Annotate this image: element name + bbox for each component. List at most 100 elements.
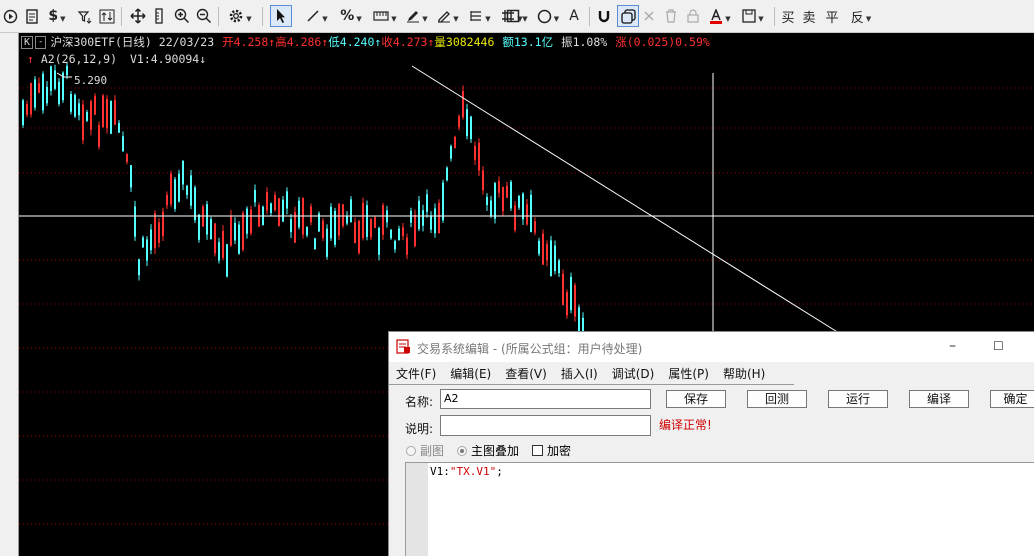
candle-body xyxy=(554,245,556,272)
line-tool-icon[interactable]: ▼ xyxy=(302,6,332,26)
candle-body xyxy=(234,222,236,241)
menu-view[interactable]: 查看(V) xyxy=(505,365,547,382)
buy-button[interactable]: 买 xyxy=(780,6,796,26)
menu-help[interactable]: 帮助(H) xyxy=(723,365,765,382)
percent-icon[interactable]: % ▼ xyxy=(336,6,366,26)
candle-body xyxy=(342,204,344,226)
description-field[interactable] xyxy=(440,415,651,436)
magnet-icon[interactable] xyxy=(595,6,613,26)
gear-icon[interactable]: ▼ xyxy=(224,6,256,26)
candle-body xyxy=(146,239,148,261)
candle-body xyxy=(514,205,516,231)
pointer-icon[interactable] xyxy=(270,5,292,27)
minimize-button[interactable]: – xyxy=(949,338,956,354)
code-suffix: ; xyxy=(496,465,503,478)
backtest-button[interactable]: 回测 xyxy=(747,390,807,408)
ruler-tool-icon[interactable]: ▼ xyxy=(370,6,400,26)
candle-body xyxy=(470,116,472,140)
ok-button[interactable]: 确定 xyxy=(990,390,1034,408)
menu-insert[interactable]: 插入(I) xyxy=(561,365,598,382)
code-line-1[interactable]: V1:"TX.V1"; xyxy=(430,465,503,478)
encrypt-checkbox[interactable]: 加密 xyxy=(532,442,571,459)
filter-icon[interactable] xyxy=(75,6,95,26)
main-overlay-label: 主图叠加 xyxy=(471,444,520,458)
candle-body xyxy=(434,208,436,234)
high-value: 4.286 xyxy=(286,35,322,49)
trend-line[interactable] xyxy=(411,65,840,334)
zoom-out-icon[interactable] xyxy=(194,6,214,26)
document-icon[interactable] xyxy=(21,6,43,26)
change-label: 涨 xyxy=(615,35,627,49)
compile-button[interactable]: 编译 xyxy=(909,390,969,408)
candle-body xyxy=(506,185,508,198)
candle-body xyxy=(74,94,76,117)
maximize-button[interactable]: ☐ xyxy=(993,339,1004,353)
pencil-icon[interactable]: ▼ xyxy=(434,6,462,26)
save-icon[interactable]: ▼ xyxy=(738,6,768,26)
formula-editor[interactable]: V1:"TX.V1"; xyxy=(405,462,1034,556)
menu-file[interactable]: 文件(F) xyxy=(396,365,436,382)
candle-body xyxy=(426,194,428,212)
candle-body xyxy=(474,145,476,160)
up-arrow-icon: ↑ xyxy=(27,52,34,66)
candle-body xyxy=(458,116,460,128)
menu-debug[interactable]: 调试(D) xyxy=(612,365,655,382)
lock-icon[interactable] xyxy=(684,6,702,26)
candle-body xyxy=(550,240,552,277)
play-circle-icon[interactable] xyxy=(1,6,19,26)
zoom-in-icon[interactable] xyxy=(172,6,192,26)
minus-button[interactable]: - xyxy=(35,35,47,49)
flat-button[interactable]: 平 xyxy=(824,6,840,26)
down-arrow-icon: ↓ xyxy=(199,52,207,66)
encrypt-label: 加密 xyxy=(547,444,572,458)
subchart-radio[interactable]: 副图 xyxy=(406,442,444,459)
menu-properties[interactable]: 属性(P) xyxy=(668,365,709,382)
copy-layer-icon[interactable] xyxy=(617,5,639,27)
name-field[interactable]: A2 xyxy=(440,389,651,409)
app-icon xyxy=(396,339,410,354)
candle-body xyxy=(246,208,248,234)
candle-body xyxy=(58,81,60,104)
candle-body xyxy=(518,195,520,208)
kline-chart[interactable]: K - 沪深300ETF(日线) 22/03/23 开 4.258 ↑ 高 4.… xyxy=(0,33,1034,556)
candle-body xyxy=(82,104,84,141)
sell-button[interactable]: 卖 xyxy=(801,6,817,26)
candle-body xyxy=(186,185,188,195)
candle-body xyxy=(210,219,212,240)
candle-body xyxy=(294,212,296,243)
code-string: "TX.V1" xyxy=(449,465,497,478)
delete-icon[interactable] xyxy=(641,6,657,26)
candle-body xyxy=(218,242,220,261)
save-button[interactable]: 保存 xyxy=(666,390,726,408)
change-value: (0.025) xyxy=(626,35,676,49)
reverse-button[interactable]: 反 ▼ xyxy=(847,6,875,26)
candle-body xyxy=(538,240,540,254)
ruler-icon[interactable] xyxy=(151,6,167,26)
dialog-menubar: 文件(F) 编辑(E) 查看(V) 插入(I) 调试(D) 属性(P) 帮助(H… xyxy=(389,362,1034,384)
main-overlay-radio[interactable]: 主图叠加 xyxy=(457,442,519,459)
change-pct: 0.59% xyxy=(675,35,710,49)
trash-icon[interactable] xyxy=(662,6,680,26)
dollar-icon[interactable]: $ ▼ xyxy=(45,6,69,26)
candle-body xyxy=(562,273,564,305)
parallel-lines-icon[interactable]: ▼ xyxy=(464,6,496,26)
close-value: 4.273 xyxy=(392,35,428,49)
candle-body xyxy=(390,229,392,239)
rectangle-icon[interactable]: ▼ xyxy=(503,6,531,26)
candle-body xyxy=(214,223,216,254)
indicator-name[interactable]: A2(26,12,9) xyxy=(41,52,117,66)
run-button[interactable]: 运行 xyxy=(828,390,888,408)
text-tool-icon[interactable]: A xyxy=(565,6,583,26)
pen-icon[interactable]: ▼ xyxy=(403,6,431,26)
k-button[interactable]: K xyxy=(21,35,34,49)
menu-edit[interactable]: 编辑(E) xyxy=(450,365,491,382)
candle-body xyxy=(414,214,416,247)
dialog-titlebar[interactable]: 交易系统编辑 - (所属公式组：用户待处理) – ☐ xyxy=(389,332,1034,362)
sort-icon[interactable] xyxy=(97,6,117,26)
editor-gutter xyxy=(406,463,428,556)
candle-body xyxy=(338,204,340,236)
circle-icon[interactable]: ▼ xyxy=(533,6,563,26)
candle-body xyxy=(378,228,380,255)
font-color-icon[interactable]: ▼ xyxy=(706,6,734,26)
move-icon[interactable] xyxy=(128,6,148,26)
